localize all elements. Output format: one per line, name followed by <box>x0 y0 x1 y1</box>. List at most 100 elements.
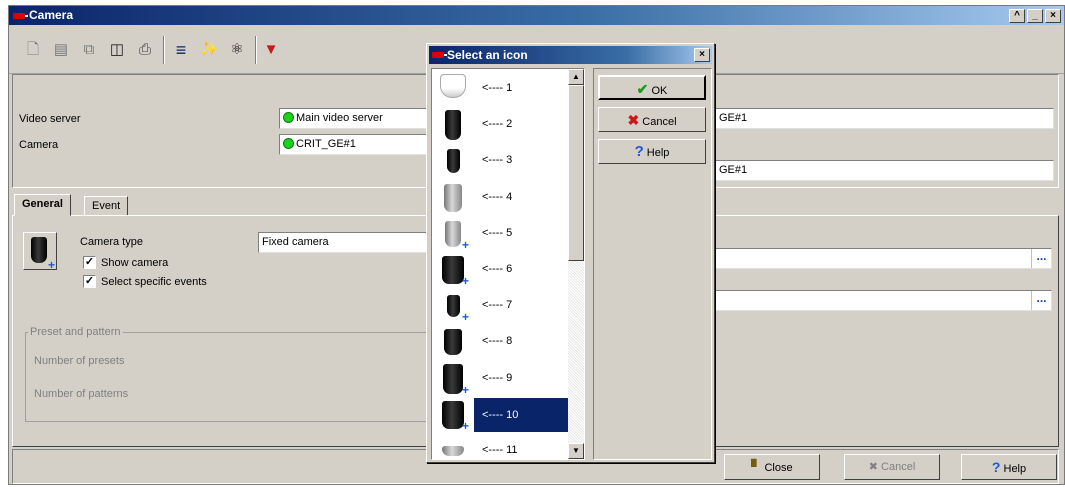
right-browse-field-1[interactable]: ... <box>712 248 1052 269</box>
app-icon <box>13 13 28 19</box>
scroll-thumb[interactable] <box>568 85 584 261</box>
icon-list-item[interactable]: + <---- 5 <box>432 216 570 252</box>
icon-list-item[interactable]: + <---- 7 <box>432 288 570 324</box>
footer-help-label: Help <box>1003 463 1027 475</box>
select-icon-dialog: Select an icon × <---- 1 <---- 2 <---- 3 <-… <box>426 43 715 463</box>
select-events-checkbox[interactable]: ✓ <box>83 275 96 288</box>
camera-icon <box>442 400 464 429</box>
cancel-x-icon: ✖ <box>627 112 640 128</box>
camera-icon-button[interactable]: + <box>23 232 57 272</box>
find-icon[interactable]: ⚛ <box>227 40 247 60</box>
save-icon[interactable]: ▤ <box>51 40 71 60</box>
camera-icon <box>31 237 47 263</box>
icon-list-item[interactable]: <---- 4 <box>432 180 570 216</box>
camera-icon <box>442 446 464 456</box>
select-events-label: Select specific events <box>101 276 207 288</box>
new-icon[interactable]: 🗋 <box>23 40 43 60</box>
camera-icon <box>446 295 460 318</box>
icon-list-item-label: <---- 6 <box>482 263 513 275</box>
link-icon[interactable]: ✨ <box>199 40 219 60</box>
help-icon: ? <box>634 143 644 160</box>
camera-label: Camera <box>19 139 59 151</box>
footer-cancel-label: Cancel <box>881 461 916 473</box>
icon-list[interactable]: <---- 1 <---- 2 <---- 3 <---- 4 + <---- 5 + <--… <box>431 68 585 460</box>
tab-event[interactable]: Event <box>84 196 129 216</box>
help-icon: ? <box>991 459 1001 475</box>
icon-list-item-label: <---- 8 <box>482 335 513 348</box>
door-icon: ▘ <box>751 459 762 474</box>
icon-list-item-label: <---- 2 <box>482 118 513 131</box>
icon-list-item-label: <---- 10 <box>474 397 570 432</box>
icon-list-item[interactable]: + <---- 10 <box>432 397 570 433</box>
close-icon[interactable]: × <box>1045 9 1061 23</box>
presets-label: Number of presets <box>34 355 125 367</box>
icon-list-item[interactable]: <---- 8 <box>432 324 570 360</box>
footer-help-button[interactable]: ? Help <box>961 454 1057 480</box>
plus-icon: + <box>462 382 470 397</box>
plus-icon: + <box>462 237 470 252</box>
camera-icon <box>444 329 462 356</box>
dialog-cancel-label: Cancel <box>642 116 677 128</box>
browse-button[interactable]: ... <box>1031 249 1051 268</box>
camera-icon <box>444 183 462 212</box>
camera-type-field[interactable]: Fixed camera <box>258 232 428 253</box>
dialog-app-icon <box>432 52 447 58</box>
show-camera-checkbox[interactable]: ✓ <box>83 256 96 269</box>
dialog-title-bar: Select an icon × <box>429 46 712 64</box>
icon-list-item-label: <---- 4 <box>482 190 513 203</box>
window-title: Camera <box>29 8 74 22</box>
icon-list-item[interactable]: <---- 2 <box>432 107 570 143</box>
camera-icon <box>443 363 463 394</box>
camera-field[interactable]: CRIT_GE#1 <box>279 134 439 155</box>
title-bar: Camera ^ _ × <box>9 6 1064 25</box>
print-icon[interactable]: ⎙ <box>135 40 155 60</box>
icon-list-item[interactable]: + <---- 9 <box>432 361 570 397</box>
dialog-title: Select an icon <box>447 48 528 62</box>
dialog-button-panel: ✔ OK ✖ Cancel ? Help <box>593 68 712 460</box>
vertical-scrollbar[interactable]: ▲ ▼ <box>568 69 584 459</box>
copy-icon[interactable]: ⧉ <box>79 40 99 60</box>
minimize-icon[interactable]: _ <box>1027 9 1043 23</box>
camera-icon <box>440 74 466 98</box>
footer-cancel-button[interactable]: ✖ Cancel <box>844 454 940 480</box>
pin-icon[interactable]: ▼ <box>261 40 281 60</box>
plus-icon: + <box>462 418 470 433</box>
icon-list-item-label: <---- 9 <box>482 371 513 384</box>
video-server-field[interactable]: Main video server <box>279 108 439 129</box>
check-icon: ✔ <box>636 81 649 97</box>
scroll-down-icon[interactable]: ▼ <box>568 443 584 459</box>
dialog-help-button[interactable]: ? Help <box>598 139 706 164</box>
camera-value: CRIT_GE#1 <box>296 138 356 150</box>
right-field-1-value: GE#1 <box>719 112 748 124</box>
icon-list-item[interactable]: <---- 3 <box>432 143 570 179</box>
icon-list-item-label: <---- 5 <box>482 226 513 239</box>
right-field-2[interactable]: GE#1 <box>715 160 1054 181</box>
toolbar-separator <box>255 36 257 64</box>
restore-icon[interactable]: ^ <box>1009 9 1025 23</box>
icon-list-item[interactable]: <---- 1 <box>432 71 570 107</box>
right-browse-field-2[interactable]: ... <box>712 290 1052 311</box>
scroll-up-icon[interactable]: ▲ <box>568 69 584 85</box>
camera-type-label: Camera type <box>80 236 143 248</box>
tab-general[interactable]: General <box>14 194 71 216</box>
delete-icon[interactable]: ◫ <box>107 40 127 60</box>
icon-list-item[interactable]: + <---- 6 <box>432 252 570 288</box>
preset-group-label: Preset and pattern <box>28 326 123 338</box>
patterns-label: Number of patterns <box>34 388 129 400</box>
icon-list-item[interactable]: <---- 11 <box>432 433 570 459</box>
show-camera-label: Show camera <box>101 257 169 269</box>
ok-button[interactable]: ✔ OK <box>598 75 706 100</box>
close-button[interactable]: ▘ Close <box>724 454 820 480</box>
icon-list-item-label: <---- 1 <box>482 82 513 94</box>
dialog-cancel-button[interactable]: ✖ Cancel <box>598 107 706 132</box>
right-field-1[interactable]: GE#1 <box>715 108 1054 129</box>
list-icon[interactable]: ≡ <box>171 40 191 60</box>
video-server-value: Main video server <box>296 112 383 124</box>
video-server-label: Video server <box>19 113 81 125</box>
browse-button[interactable]: ... <box>1031 291 1051 310</box>
preset-pattern-group: Preset and pattern Number of presets Num… <box>25 326 435 422</box>
camera-type-value: Fixed camera <box>262 236 329 248</box>
plus-icon: + <box>48 258 56 272</box>
camera-icon <box>445 220 461 247</box>
dialog-close-icon[interactable]: × <box>694 48 710 62</box>
